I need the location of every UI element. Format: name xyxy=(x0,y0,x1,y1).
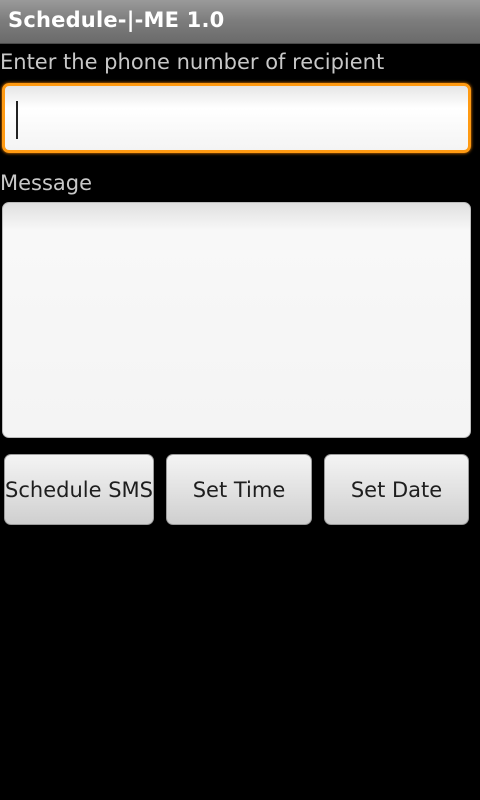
phone-label: Enter the phone number of recipient xyxy=(0,50,385,74)
message-input[interactable] xyxy=(2,202,471,438)
text-caret xyxy=(16,101,18,139)
schedule-sms-button[interactable]: Schedule SMS xyxy=(4,454,154,525)
title-bar: Schedule-|-ME 1.0 xyxy=(0,0,480,44)
message-label: Message xyxy=(0,171,93,195)
app-title: Schedule-|-ME 1.0 xyxy=(8,8,225,32)
phone-number-input[interactable] xyxy=(2,83,471,153)
set-date-button[interactable]: Set Date xyxy=(324,454,469,525)
set-time-button[interactable]: Set Time xyxy=(166,454,312,525)
